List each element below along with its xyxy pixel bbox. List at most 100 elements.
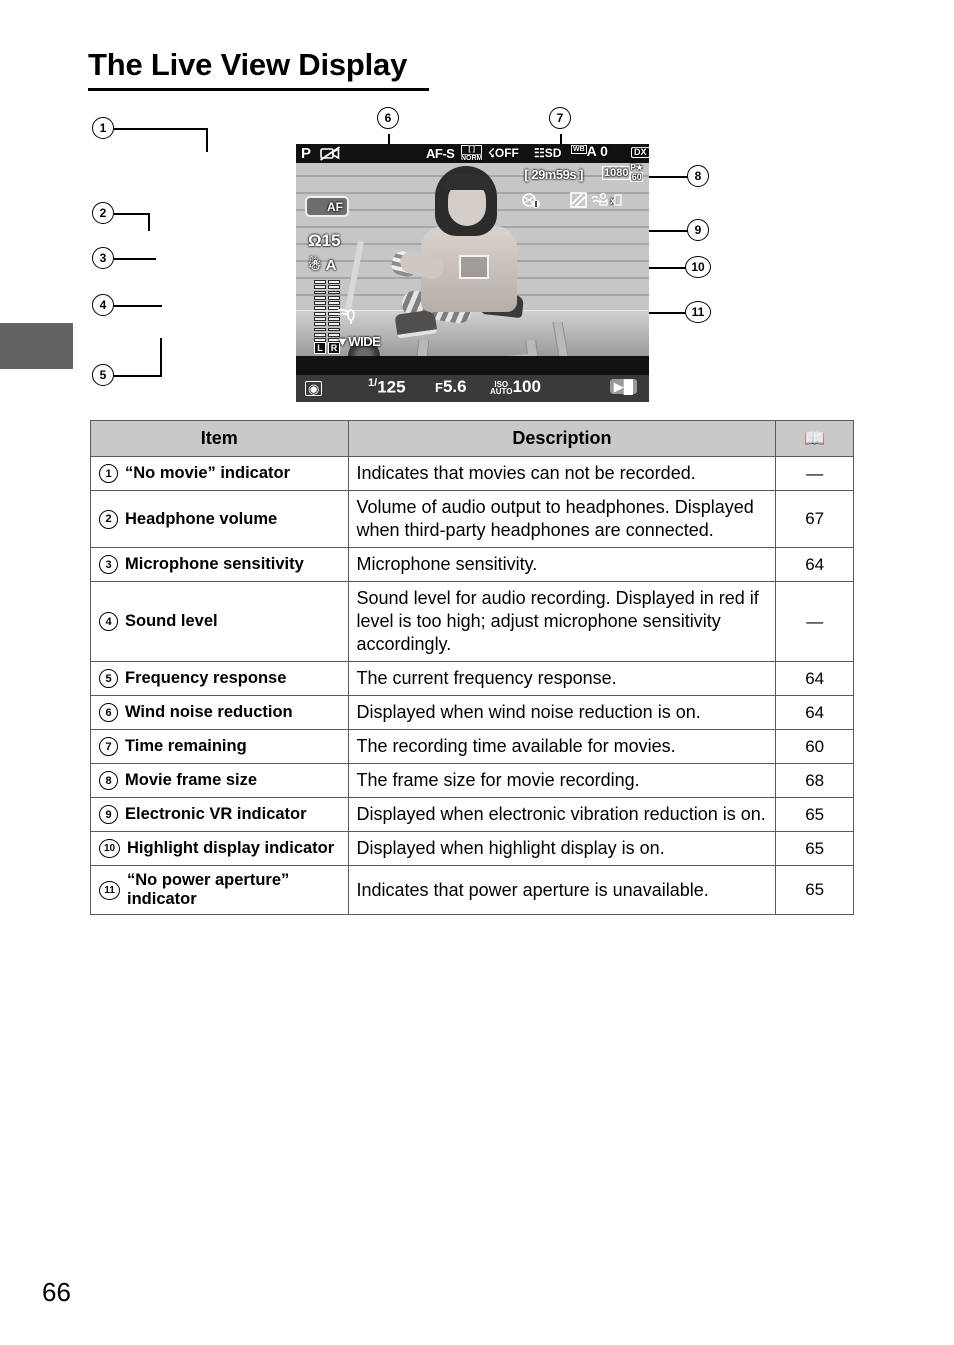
live-view-indicator-table: Item Description 📖 1 “No movie” indicator… <box>90 420 854 916</box>
aperture-prefix: F <box>435 380 443 395</box>
table-cell-page-reference: 60 <box>775 729 854 765</box>
flash-icon: ☇ <box>488 146 495 160</box>
item-label: Highlight display indicator <box>127 839 335 858</box>
leader-line-1 <box>114 128 208 130</box>
table-row: 5 Frequency response The current frequency… <box>90 661 854 697</box>
table-cell-description: Displayed when wind noise reduction is o… <box>347 695 777 731</box>
table-row: 7 Time remaining The recording time availa… <box>90 729 854 765</box>
callout-10: 10 <box>685 256 711 278</box>
frequency-response-indicator: ▼WIDE <box>336 334 381 349</box>
table-cell-item: 10 Highlight display indicator <box>90 831 349 867</box>
frequency-response-value: WIDE <box>348 334 381 349</box>
column-header-item: Item <box>90 420 349 457</box>
table-cell-item: 8 Movie frame size <box>90 763 349 799</box>
movie-mode-icon: ▶█ <box>609 379 637 394</box>
table-cell-item: 11 “No power aperture” indicator <box>90 865 349 916</box>
sound-level-label-left: L <box>314 342 326 354</box>
table-row: 11 “No power aperture” indicator Indicates… <box>90 865 854 916</box>
callout-11: 11 <box>685 301 711 323</box>
touch-af-label: AF <box>327 199 343 214</box>
touch-af-button[interactable]: AF <box>305 196 349 217</box>
lcd-lower-mask <box>296 356 649 375</box>
row-number-badge: 6 <box>99 703 118 723</box>
card-icon: ☷ <box>534 146 545 160</box>
callout-6: 6 <box>377 107 399 129</box>
item-label: “No movie” indicator <box>125 464 291 483</box>
focus-mode-indicator: AF-S <box>426 146 455 161</box>
exposure-mode-indicator: P <box>301 145 312 162</box>
title-underline <box>88 88 429 91</box>
table-cell-description: The frame size for movie recording. <box>347 763 777 799</box>
table-cell-page-reference: 65 <box>775 831 854 867</box>
table-cell-description: Indicates that movies can not be recorde… <box>347 455 777 492</box>
table-cell-page-reference: 65 <box>775 797 854 833</box>
electronic-vr-icon: x <box>591 192 623 210</box>
table-cell-item: 2 Headphone volume <box>90 490 349 549</box>
callout-1: 1 <box>92 117 114 139</box>
table-header-row: Item Description 📖 <box>90 420 854 457</box>
item-label: Microphone sensitivity <box>125 555 304 574</box>
highlight-display-icon <box>570 192 587 210</box>
table-cell-description: Sound level for audio recording. Display… <box>347 581 777 663</box>
table-cell-page-reference: 68 <box>775 763 854 799</box>
table-cell-description: Volume of audio output to headphones. Di… <box>347 490 777 549</box>
table-row: 8 Movie frame size The frame size for movi… <box>90 763 854 799</box>
column-header-page-reference: 📖 <box>775 420 854 457</box>
shutter-speed-indicator: 1/125 <box>368 378 406 396</box>
table-row: 1 “No movie” indicator Indicates that movi… <box>90 455 854 492</box>
table-row: 3 Microphone sensitivity Microphone sensit… <box>90 547 854 583</box>
sound-level-channel-left <box>314 279 326 342</box>
row-number-badge: 3 <box>99 555 118 575</box>
table-cell-description: Microphone sensitivity. <box>347 547 777 583</box>
table-row: 9 Electronic VR indicator Displayed when e… <box>90 797 854 833</box>
table-cell-item: 4 Sound level <box>90 581 349 663</box>
chapter-tab <box>0 323 73 369</box>
iso-indicator: ISO AUTO 100 <box>490 378 541 395</box>
row-number-badge: 11 <box>99 880 120 900</box>
table-cell-page-reference: 65 <box>775 865 854 916</box>
lcd-bottom-bar: ◉ 1/125 F5.6 ISO AUTO 100 ▶█ <box>296 375 649 402</box>
item-label: Movie frame size <box>125 771 258 790</box>
table-cell-item: 3 Microphone sensitivity <box>90 547 349 583</box>
row-number-badge: 1 <box>99 464 118 484</box>
af-area-mode-icon: [ ] NORM <box>461 145 483 162</box>
aperture-indicator: F5.6 <box>435 378 467 395</box>
flash-mode-label: OFF <box>494 146 519 160</box>
page-number: 66 <box>42 1277 71 1307</box>
focus-point-indicator <box>459 255 489 279</box>
frequency-response-icon: ▼ <box>336 334 349 349</box>
scene-subject-fringe <box>444 174 490 190</box>
table-cell-description: The recording time available for movies. <box>347 729 777 765</box>
table-cell-page-reference: 64 <box>775 661 854 697</box>
leader-line-4 <box>114 305 162 307</box>
leader-line-1-v <box>206 128 208 152</box>
table-row: 6 Wind noise reduction Displayed when wind… <box>90 695 854 731</box>
row-number-badge: 8 <box>99 771 118 791</box>
table-cell-item: 7 Time remaining <box>90 729 349 765</box>
table-cell-item: 6 Wind noise reduction <box>90 695 349 731</box>
callout-5: 5 <box>92 364 114 386</box>
table-cell-item: 9 Electronic VR indicator <box>90 797 349 833</box>
leader-line-5-h <box>114 375 162 377</box>
callout-2: 2 <box>92 202 114 224</box>
table-cell-description: The current frequency response. <box>347 661 777 697</box>
table-cell-description: Displayed when highlight display is on. <box>347 831 777 867</box>
table-body: 1 “No movie” indicator Indicates that movi… <box>90 455 854 916</box>
item-label: Wind noise reduction <box>125 703 293 722</box>
frame-size-resolution: 1080 <box>602 165 631 180</box>
item-label: Sound level <box>125 612 218 631</box>
callout-4: 4 <box>92 294 114 316</box>
column-header-description: Description <box>347 420 777 457</box>
table-cell-page-reference: — <box>775 581 854 663</box>
image-size-indicator: DX <box>631 147 649 158</box>
iso-label-bottom: AUTO <box>490 386 513 396</box>
table-cell-page-reference: 64 <box>775 695 854 731</box>
row-number-badge: 10 <box>99 839 120 859</box>
headphone-volume-value: 15 <box>321 231 341 250</box>
no-movie-icon <box>319 146 341 163</box>
callout-8: 8 <box>687 165 709 187</box>
table-row: 4 Sound level Sound level for audio record… <box>90 581 854 663</box>
callout-3: 3 <box>92 247 114 269</box>
callout-9: 9 <box>687 219 709 241</box>
camera-lcd-screen: P AF-S [ ] NORM ☇OFF ☷SD WB A 0 DX AF Ω1… <box>296 144 649 402</box>
